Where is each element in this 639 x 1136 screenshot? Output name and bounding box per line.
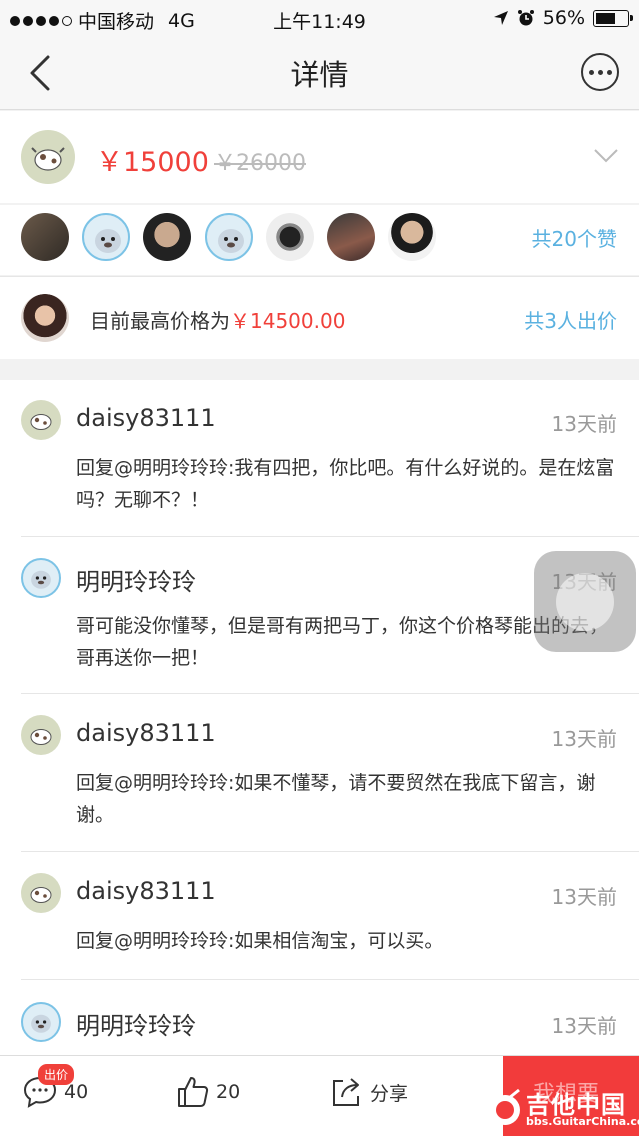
- comment-time: 13天前: [551, 727, 617, 751]
- like-button[interactable]: 20: [176, 1075, 240, 1109]
- status-bar: 中国移动 4G 上午11:49 56%: [0, 0, 639, 36]
- seal-avatar-icon: [31, 1014, 51, 1033]
- cow-avatar-icon: [31, 147, 65, 171]
- chevron-down-icon[interactable]: [593, 148, 619, 164]
- location-arrow-icon: [493, 11, 508, 25]
- highest-bidder-avatar[interactable]: [21, 294, 69, 342]
- comment-text: 回复@明明玲玲玲:如果相信淘宝，可以买。: [76, 930, 444, 952]
- assistive-touch-button[interactable]: [534, 551, 636, 652]
- divider: [21, 536, 639, 537]
- comment-avatar[interactable]: [21, 400, 61, 440]
- comment-username[interactable]: 明明玲玲玲: [76, 1006, 196, 1041]
- share-button[interactable]: 分享: [330, 1075, 408, 1109]
- comment-avatar[interactable]: [21, 873, 61, 913]
- share-icon: [333, 1078, 359, 1106]
- comment-avatar[interactable]: [21, 558, 61, 598]
- comment-avatar[interactable]: [21, 715, 61, 755]
- alarm-icon: [517, 10, 534, 26]
- comment-text: 回复@明明玲玲玲:如果不懂琴，请不要贸然在我底下留言，谢谢。: [76, 772, 596, 826]
- liker-avatar[interactable]: [327, 213, 375, 261]
- cow-avatar-icon: [30, 887, 52, 903]
- comment-time: 13天前: [551, 1014, 617, 1038]
- guitarchina-logo-icon: [490, 1088, 520, 1125]
- liker-avatar[interactable]: [82, 213, 130, 261]
- likes-count-link[interactable]: 共20个赞: [532, 223, 617, 252]
- highest-bid-label: 目前最高价格为: [90, 309, 230, 333]
- liker-avatar[interactable]: [143, 213, 191, 261]
- highest-bid-text: 目前最高价格为￥14500.00: [90, 305, 345, 334]
- thumbs-up-icon: [178, 1077, 209, 1107]
- divider: [21, 851, 639, 852]
- seal-avatar-icon: [31, 570, 51, 589]
- bid-badge: 出价: [38, 1064, 75, 1085]
- liker-avatar[interactable]: [21, 213, 69, 261]
- comment-username[interactable]: daisy83111: [76, 719, 216, 747]
- divider: [21, 979, 639, 980]
- seller-avatar[interactable]: [21, 130, 75, 184]
- comment-avatar[interactable]: [21, 1002, 61, 1042]
- page-title: 详情: [290, 58, 349, 92]
- comment-username[interactable]: daisy83111: [76, 877, 216, 905]
- cow-avatar-icon: [30, 729, 52, 745]
- battery-icon: [593, 9, 633, 27]
- current-price: ￥15000: [96, 147, 209, 178]
- liker-avatar[interactable]: [388, 213, 436, 261]
- battery-percent: 56%: [542, 7, 585, 29]
- cow-avatar-icon: [30, 414, 52, 430]
- comment-text: 回复@明明玲玲玲:我有四把，你比吧。有什么好说的。是在炫富吗？无聊不？！: [76, 457, 615, 511]
- divider: [21, 693, 639, 694]
- comment-time: 13天前: [551, 885, 617, 909]
- nav-bar: 详情: [0, 36, 639, 110]
- share-label: 分享: [370, 1082, 409, 1105]
- liker-avatar[interactable]: [266, 213, 314, 261]
- like-count: 20: [216, 1081, 241, 1103]
- original-price: ￥26000: [214, 151, 306, 176]
- comment-time: 13天前: [551, 412, 617, 436]
- comment-username[interactable]: 明明玲玲玲: [76, 562, 196, 597]
- more-options-button[interactable]: [581, 53, 619, 91]
- comment-username[interactable]: daisy83111: [76, 404, 216, 432]
- watermark-url: bbs.GuitarChina.com: [526, 1115, 639, 1128]
- bid-count-link[interactable]: 共3人出价: [524, 305, 617, 334]
- highest-bid-value: ￥14500.00: [230, 309, 346, 333]
- liker-avatar[interactable]: [205, 213, 253, 261]
